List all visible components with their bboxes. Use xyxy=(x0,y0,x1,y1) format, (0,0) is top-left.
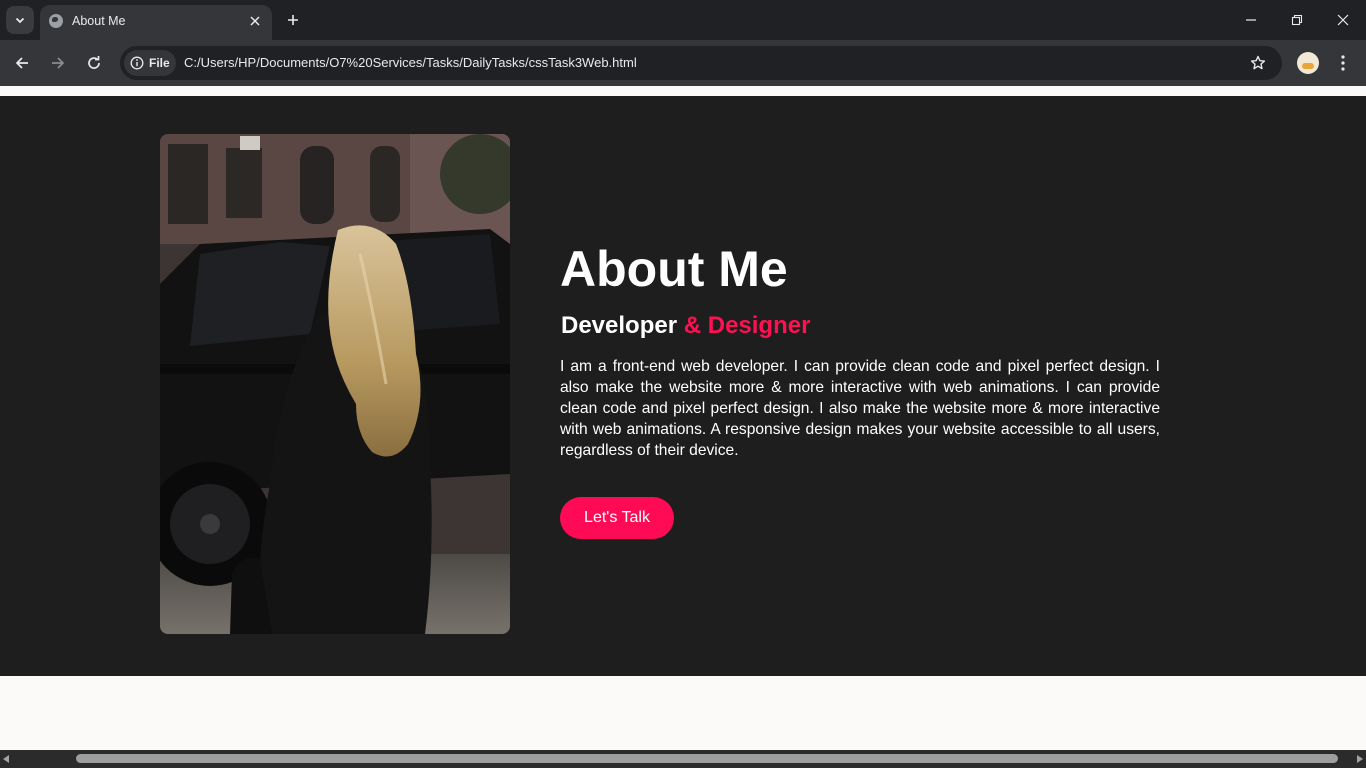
plus-icon xyxy=(288,15,298,25)
browser-toolbar: File C:/Users/HP/Documents/O7%20Services… xyxy=(0,40,1366,86)
bookmark-button[interactable] xyxy=(1248,53,1268,73)
profile-avatar[interactable] xyxy=(1297,52,1319,74)
site-info-chip[interactable]: File xyxy=(124,50,176,76)
more-vert-icon xyxy=(1341,55,1345,71)
reload-button[interactable] xyxy=(80,49,108,77)
tab-strip: About Me xyxy=(0,0,1366,40)
browser-menu-button[interactable] xyxy=(1332,52,1354,74)
bio-paragraph: I am a front-end web developer. I can pr… xyxy=(560,358,1160,459)
back-button[interactable] xyxy=(8,49,36,77)
scroll-left-arrow-icon[interactable] xyxy=(3,755,9,763)
scroll-right-arrow-icon[interactable] xyxy=(1357,755,1363,763)
info-icon xyxy=(130,56,144,70)
scrollbar-thumb[interactable] xyxy=(76,754,1338,763)
close-window-button[interactable] xyxy=(1320,0,1366,40)
arrow-left-icon xyxy=(15,57,28,69)
horizontal-scrollbar[interactable] xyxy=(0,750,1366,768)
subtitle-accent: & Designer xyxy=(677,312,811,339)
page-viewport: About Me Developer & Designer I am a fro… xyxy=(0,86,1366,750)
new-tab-button[interactable] xyxy=(282,9,304,31)
globe-icon xyxy=(49,14,63,28)
page-subtitle: Developer & Designer xyxy=(561,310,810,342)
restore-icon xyxy=(1291,14,1303,26)
star-icon xyxy=(1250,55,1266,70)
tab-search-button[interactable] xyxy=(6,6,34,34)
about-section: About Me Developer & Designer I am a fro… xyxy=(0,96,1366,676)
arrow-right-icon xyxy=(52,57,65,69)
tab-title: About Me xyxy=(72,14,126,28)
profile-photo xyxy=(160,134,510,634)
close-tab-button[interactable] xyxy=(246,12,264,30)
lets-talk-button[interactable]: Let's Talk xyxy=(560,497,674,539)
url-text[interactable]: C:/Users/HP/Documents/O7%20Services/Task… xyxy=(184,55,637,70)
address-bar[interactable]: File C:/Users/HP/Documents/O7%20Services… xyxy=(120,46,1282,80)
page-title: About Me xyxy=(560,241,788,297)
browser-tab[interactable]: About Me xyxy=(40,5,272,40)
minimize-icon xyxy=(1246,19,1256,21)
subtitle-main: Developer xyxy=(561,312,678,339)
restore-button[interactable] xyxy=(1274,0,1320,40)
photo-illustration xyxy=(160,134,510,634)
minimize-button[interactable] xyxy=(1228,0,1274,40)
close-icon xyxy=(250,16,260,26)
forward-button[interactable] xyxy=(44,49,72,77)
reload-icon xyxy=(88,56,100,69)
close-icon xyxy=(1337,14,1349,26)
site-chip-label: File xyxy=(149,56,170,70)
chevron-down-icon xyxy=(15,17,25,24)
